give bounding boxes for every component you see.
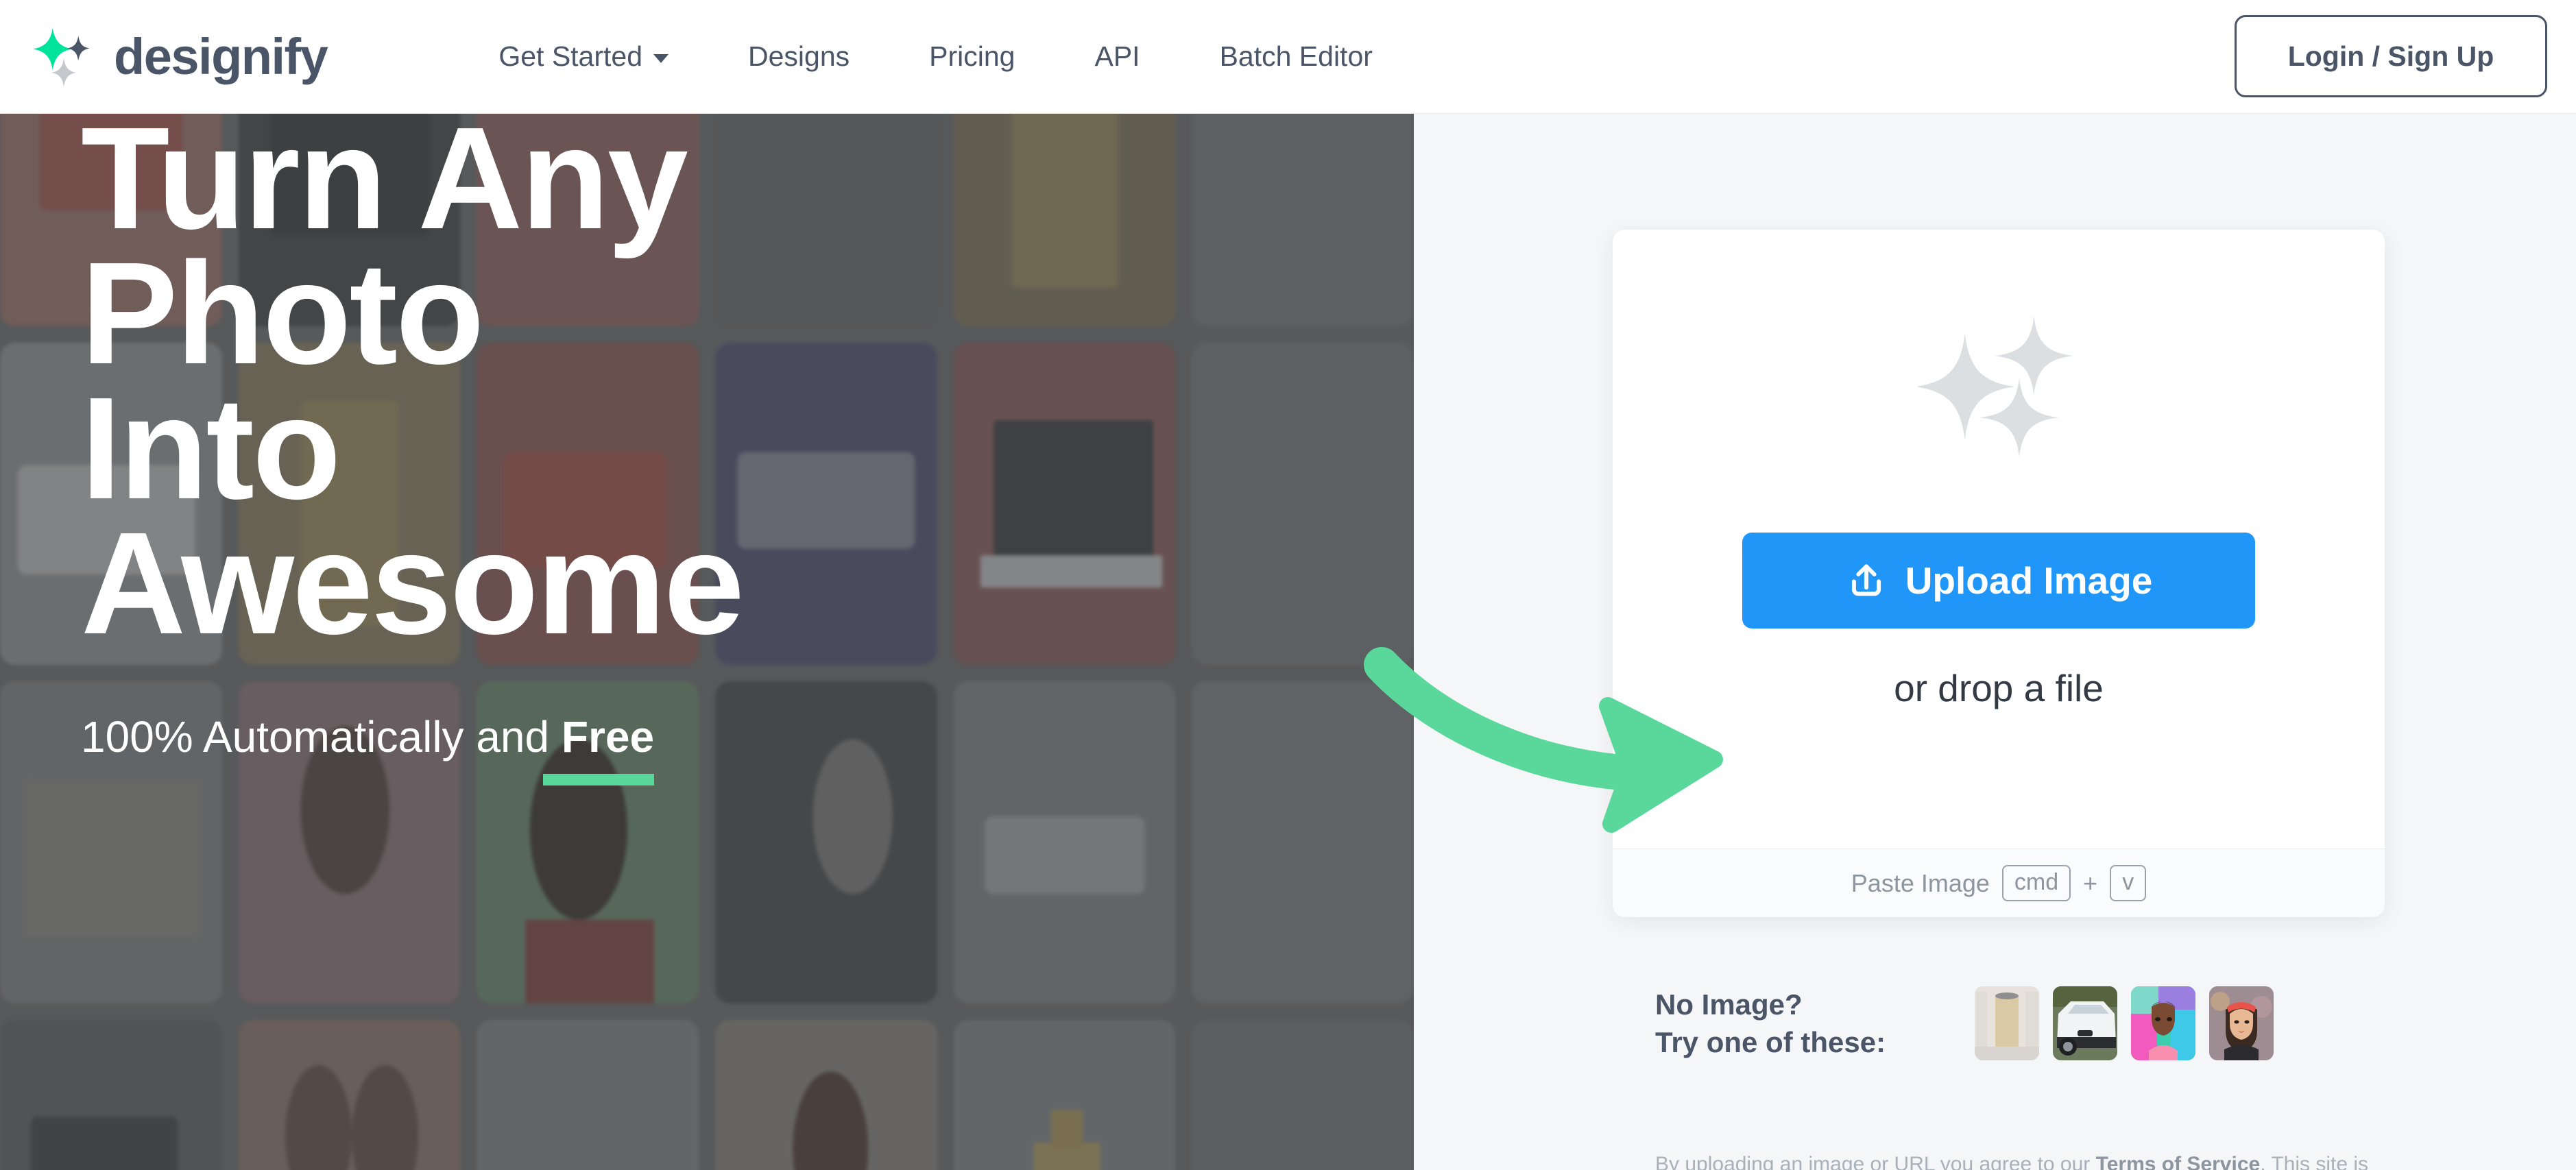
brand-name: designify bbox=[114, 27, 328, 85]
upload-card-body: Upload Image or drop a file bbox=[1613, 230, 2385, 849]
hero-subtitle-prefix: 100% Automatically and bbox=[81, 711, 562, 761]
upload-image-button-label: Upload Image bbox=[1905, 559, 2153, 602]
paste-image-label: Paste Image bbox=[1851, 868, 1990, 897]
hero-left-collage-panel: Turn Any Photo Into Awesome 100% Automat… bbox=[0, 114, 1414, 1170]
no-image-line-1: No Image? bbox=[1655, 988, 1803, 1021]
nav-item-pricing[interactable]: Pricing bbox=[889, 40, 1055, 73]
hero-title-line-4: Awesome bbox=[81, 502, 745, 665]
paste-image-bar: Paste Image cmd + v bbox=[1613, 849, 2385, 917]
drop-a-file-text: or drop a file bbox=[1894, 667, 2104, 709]
sample-thumbnails bbox=[1975, 986, 2274, 1061]
car-image bbox=[2053, 986, 2118, 1061]
legal-disclaimer: By uploading an image or URL you agree t… bbox=[1655, 1153, 2368, 1170]
hero-subtitle: 100% Automatically and Free bbox=[81, 711, 655, 785]
main-navigation: Get Started Designs Pricing API Batch Ed… bbox=[459, 40, 1412, 73]
upload-card[interactable]: Upload Image or drop a file Paste Image … bbox=[1613, 230, 2385, 917]
sample-woman-thumbnail[interactable] bbox=[2209, 986, 2274, 1061]
hero-title-line-2: Photo bbox=[81, 232, 485, 395]
sample-can-thumbnail[interactable] bbox=[1975, 986, 2040, 1061]
site-header: designify Get Started Designs Pricing AP… bbox=[0, 0, 2576, 114]
sparkles-icon bbox=[1918, 316, 2074, 457]
brand-logo[interactable]: designify bbox=[33, 24, 328, 90]
upload-image-button[interactable]: Upload Image bbox=[1742, 533, 2255, 629]
woman-image bbox=[2209, 986, 2274, 1061]
no-image-section: No Image? Try one of these: bbox=[1655, 986, 2274, 1062]
paste-key-v: v bbox=[2110, 865, 2147, 901]
hero-title-line-3: Into bbox=[81, 367, 341, 530]
hero-title-line-1: Turn Any bbox=[81, 114, 688, 259]
no-image-prompt: No Image? Try one of these: bbox=[1655, 986, 1886, 1062]
legal-text-after: . This site is bbox=[2260, 1153, 2369, 1170]
paste-key-cmd: cmd bbox=[2001, 865, 2071, 901]
nav-item-get-started[interactable]: Get Started bbox=[459, 40, 708, 73]
man-image bbox=[2131, 986, 2196, 1061]
paste-key-plus: + bbox=[2083, 868, 2098, 897]
nav-label-get-started: Get Started bbox=[498, 40, 643, 72]
login-signup-button[interactable]: Login / Sign Up bbox=[2235, 15, 2547, 97]
legal-text-before: By uploading an image or URL you agree t… bbox=[1655, 1153, 2096, 1170]
page-title: Turn Any Photo Into Awesome bbox=[81, 114, 1041, 665]
sample-man-thumbnail[interactable] bbox=[2131, 986, 2196, 1061]
hero-subtitle-emphasis: Free bbox=[561, 711, 655, 761]
hero-right-upload-panel: Upload Image or drop a file Paste Image … bbox=[1414, 114, 2576, 1170]
can-image bbox=[1975, 986, 2040, 1061]
no-image-line-2: Try one of these: bbox=[1655, 1026, 1886, 1059]
free-underline-accent bbox=[543, 773, 655, 785]
upload-icon bbox=[1851, 564, 1881, 596]
terms-of-service-link[interactable]: Terms of Service bbox=[2096, 1153, 2261, 1170]
sample-car-thumbnail[interactable] bbox=[2053, 986, 2118, 1061]
hero-copy: Turn Any Photo Into Awesome 100% Automat… bbox=[81, 114, 1041, 785]
sparkle-logo-icon bbox=[33, 27, 90, 87]
nav-item-designs[interactable]: Designs bbox=[708, 40, 889, 73]
chevron-down-icon bbox=[653, 54, 669, 63]
nav-item-batch-editor[interactable]: Batch Editor bbox=[1180, 40, 1412, 73]
nav-item-api[interactable]: API bbox=[1055, 40, 1179, 73]
